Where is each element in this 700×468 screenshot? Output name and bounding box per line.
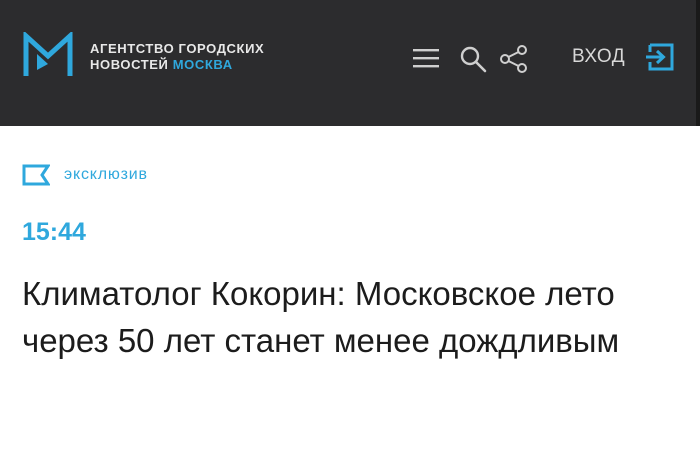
login-icon[interactable] [644, 42, 676, 72]
share-icon[interactable] [498, 44, 530, 74]
login-link[interactable]: ВХОД [572, 46, 625, 68]
brand-line-1: АГЕНТСТВО ГОРОДСКИХ [90, 41, 265, 56]
menu-icon[interactable] [410, 44, 442, 72]
brand-name[interactable]: АГЕНТСТВО ГОРОДСКИХ НОВОСТЕЙ МОСКВА [90, 41, 264, 73]
rubric-icon [22, 164, 50, 186]
logo-m-icon[interactable] [23, 32, 73, 78]
article-tag[interactable]: эксклюзив [22, 162, 148, 188]
brand-line-2-text: НОВОСТЕЙ [90, 57, 169, 72]
brand-accent: МОСКВА [172, 57, 233, 72]
tag-label: эксклюзив [64, 166, 148, 183]
search-icon[interactable] [458, 44, 490, 74]
site-header: АГЕНТСТВО ГОРОДСКИХ НОВОСТЕЙ МОСКВА ВХОД [0, 0, 700, 126]
brand-line-2: НОВОСТЕЙ МОСКВА [90, 57, 264, 73]
publish-time: 15:44 [22, 218, 86, 246]
article-headline: Климатолог Кокорин: Московское лето чере… [22, 275, 620, 359]
scrollbar[interactable] [696, 0, 700, 126]
